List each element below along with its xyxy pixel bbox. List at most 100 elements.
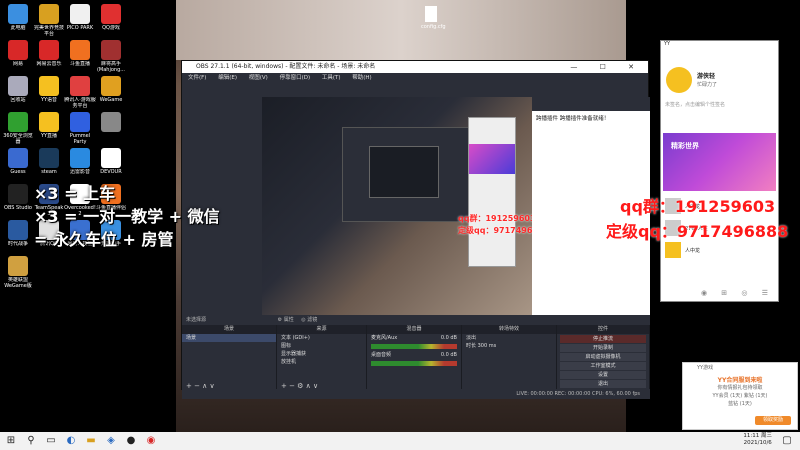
mixer-track-db: 0.0 dB — [440, 352, 457, 358]
transitions-header: 转场特效 — [462, 325, 556, 334]
obs-window[interactable]: OBS 27.1.1 (64-bit, windows) - 配置文件: 未命名… — [181, 60, 650, 399]
netease-icon[interactable]: ◉ — [144, 434, 158, 448]
desktop-icon[interactable]: 此电脑 — [2, 4, 34, 31]
app-icon — [8, 256, 28, 276]
app-icon — [8, 220, 28, 240]
filters-button[interactable]: ◎ 滤镜 — [301, 317, 317, 323]
desktop-icon-label: 麻将高手(Mahjong... — [96, 61, 126, 73]
desktop-icon[interactable]: WeGame — [95, 76, 127, 103]
store-icon[interactable]: ◈ — [104, 434, 118, 448]
desktop-icon[interactable]: QQ游戏 — [95, 4, 127, 31]
edge-icon[interactable]: ◐ — [64, 434, 78, 448]
list-item[interactable]: 人中龙 — [665, 239, 774, 261]
scene-item[interactable]: 场景 — [182, 334, 276, 342]
desktop-icon[interactable]: Pummel Party — [64, 112, 96, 145]
start-icon[interactable]: ⊞ — [4, 434, 18, 448]
desktop-icon-label: 腾讯人·游戏服务平台 — [64, 97, 96, 109]
desktop-icon[interactable]: 麻将高手(Mahjong... — [95, 40, 127, 73]
menu-file[interactable]: 文件(F) — [188, 75, 206, 81]
task-view-icon[interactable]: ▭ — [44, 434, 58, 448]
desktop-icon[interactable]: YY语音 — [33, 76, 65, 103]
desktop-icon[interactable]: 网易 — [2, 40, 34, 67]
desktop-icon[interactable]: OBS Studio — [2, 184, 34, 211]
desktop-icon[interactable]: 360安全浏览器 — [2, 112, 34, 145]
obs-statusbar: LIVE: 00:00:00 REC: 00:00:00 CPU: 6%, 60… — [182, 389, 650, 399]
transition-select[interactable]: 淡出 — [462, 334, 556, 342]
system-clock[interactable]: 11:11 周三 2021/10/6 — [743, 433, 772, 447]
menu-tools[interactable]: 工具(T) — [322, 75, 341, 81]
taskbar: ⊞ ⚲ ▭ ◐ ▬ ◈ ● ◉ 11:11 周三 2021/10/6 ▢ — [0, 432, 800, 450]
no-source-label: 未选择源 — [186, 317, 207, 323]
obs-docks: 未选择源 ⚙ 属性 ◎ 滤镜 场景 场景 + − ∧ ∨ 来源 文本 (GDI+… — [182, 315, 650, 391]
claim-reward-button[interactable]: 领取奖励 — [755, 416, 791, 425]
desktop-icon[interactable]: YY直播 — [33, 112, 65, 139]
overlay-line-1: ×3 = 上车 — [34, 184, 116, 203]
source-item[interactable]: 图标 — [277, 342, 366, 350]
duration-row: 时长 300 ms — [462, 342, 556, 350]
desktop-icon-label: OBS Studio — [4, 205, 32, 211]
desktop-icon[interactable]: 腾讯人·游戏服务平台 — [64, 76, 96, 109]
desktop-icon[interactable]: 完美世界竞技平台 — [33, 4, 65, 37]
mixer-track-mic: 麦克风/Aux 0.0 dB — [367, 334, 461, 342]
properties-button[interactable]: ⚙ 属性 — [278, 317, 294, 323]
desktop-icon-label: YY语音 — [40, 97, 58, 103]
chat-dock-header — [532, 97, 650, 111]
settings-button[interactable]: 设置 — [560, 371, 646, 379]
studio-mode-button[interactable]: 工作室模式 — [560, 362, 646, 370]
desktop-icon[interactable]: DEVOUR — [95, 148, 127, 175]
desktop-icon[interactable]: PICO PARK — [64, 4, 96, 31]
exit-button[interactable]: 退出 — [560, 380, 646, 388]
app-icon — [8, 4, 28, 24]
yy-signature[interactable]: 未签名，点击编辑个性签名 — [665, 101, 725, 108]
scenes-dock: 场景 场景 + − ∧ ∨ — [182, 325, 277, 391]
desktop-icon[interactable]: 网易云音乐 — [33, 40, 65, 67]
controls-header: 控件 — [557, 325, 649, 334]
desktop-icon[interactable]: 迅雷影音 — [64, 148, 96, 175]
desktop-icon-label: 360安全浏览器 — [3, 133, 33, 145]
notification-line: 蓝钻 (1天) — [728, 401, 752, 407]
overlay-qq-group: qq群：191259603 — [620, 197, 776, 216]
desktop-icon-label: 此电脑 — [10, 25, 26, 31]
menu-edit[interactable]: 编辑(E) — [218, 75, 237, 81]
notification-title: YY合同服到来啦 — [717, 377, 763, 384]
window-controls[interactable]: — ☐ ✕ — [570, 61, 644, 73]
obs-taskbar-icon[interactable]: ● — [124, 434, 138, 448]
desktop-icon[interactable]: 回收站 — [2, 76, 34, 103]
notification-center-icon[interactable]: ▢ — [780, 434, 794, 448]
volume-meter[interactable] — [371, 344, 457, 349]
desktop-icon[interactable]: 英雄联盟WeGame版 — [2, 256, 34, 289]
config-file-icon[interactable]: config.cfg — [421, 6, 446, 30]
yy-banner[interactable]: 精彩世界 — [663, 133, 776, 191]
app-icon — [70, 148, 90, 168]
obs-titlebar[interactable]: OBS 27.1.1 (64-bit, windows) - 配置文件: 未命名… — [182, 61, 648, 73]
avatar[interactable] — [666, 67, 692, 93]
menu-view[interactable]: 视图(V) — [249, 75, 268, 81]
desktop-icon-label: WeGame — [99, 97, 123, 103]
desktop-icon[interactable]: steam — [33, 148, 65, 175]
start-recording-button[interactable]: 开始录制 — [560, 344, 646, 352]
yy-profile: 游侠轻 忙碌力了 未签名，点击编辑个性签名 — [661, 49, 778, 113]
desktop-icon[interactable]: 斗鱼直播 — [64, 40, 96, 67]
virtual-camera-button[interactable]: 启动虚拟摄像机 — [560, 353, 646, 361]
desktop-icon[interactable]: Guess — [2, 148, 34, 175]
menu-docks[interactable]: 停靠窗口(D) — [280, 75, 311, 81]
duration-input[interactable]: 300 ms — [478, 343, 497, 349]
file-explorer-icon[interactable]: ▬ — [84, 434, 98, 448]
desktop-icon[interactable]: 时代战争 — [2, 220, 34, 247]
source-item[interactable]: 文本 (GDI+) — [277, 334, 366, 342]
volume-meter[interactable] — [371, 361, 457, 366]
obs-title: OBS 27.1.1 (64-bit, windows) - 配置文件: 未命名… — [196, 63, 376, 70]
yy-status[interactable]: 忙碌力了 — [697, 81, 717, 88]
obs-preview[interactable]: qq群：191259603 定级qq：971749688 — [262, 97, 532, 315]
yy-bottom-toolbar[interactable]: ◉ ⊞ ◎ ☰ — [665, 289, 774, 297]
yy-notification[interactable]: YY游戏 YY合同服到来啦 你有情报礼包待领取 YY会员 (1天) 紫钻 (1天… — [682, 362, 798, 430]
menu-help[interactable]: 帮助(H) — [352, 75, 371, 81]
yy-app-window[interactable]: YY 游侠轻 忙碌力了 未签名，点击编辑个性签名 精彩世界 人中龙 2768人在… — [660, 40, 779, 302]
preview-overlay-qq-group: qq群：191259603 — [458, 214, 532, 223]
source-item[interactable]: 放挂机 — [277, 358, 366, 366]
source-item[interactable]: 显示器捕获 — [277, 350, 366, 358]
clock-date: 2021/10/6 — [743, 440, 772, 446]
desktop-icon[interactable] — [95, 112, 127, 133]
stop-streaming-button[interactable]: 停止推流 — [560, 335, 646, 343]
search-icon[interactable]: ⚲ — [24, 434, 38, 448]
